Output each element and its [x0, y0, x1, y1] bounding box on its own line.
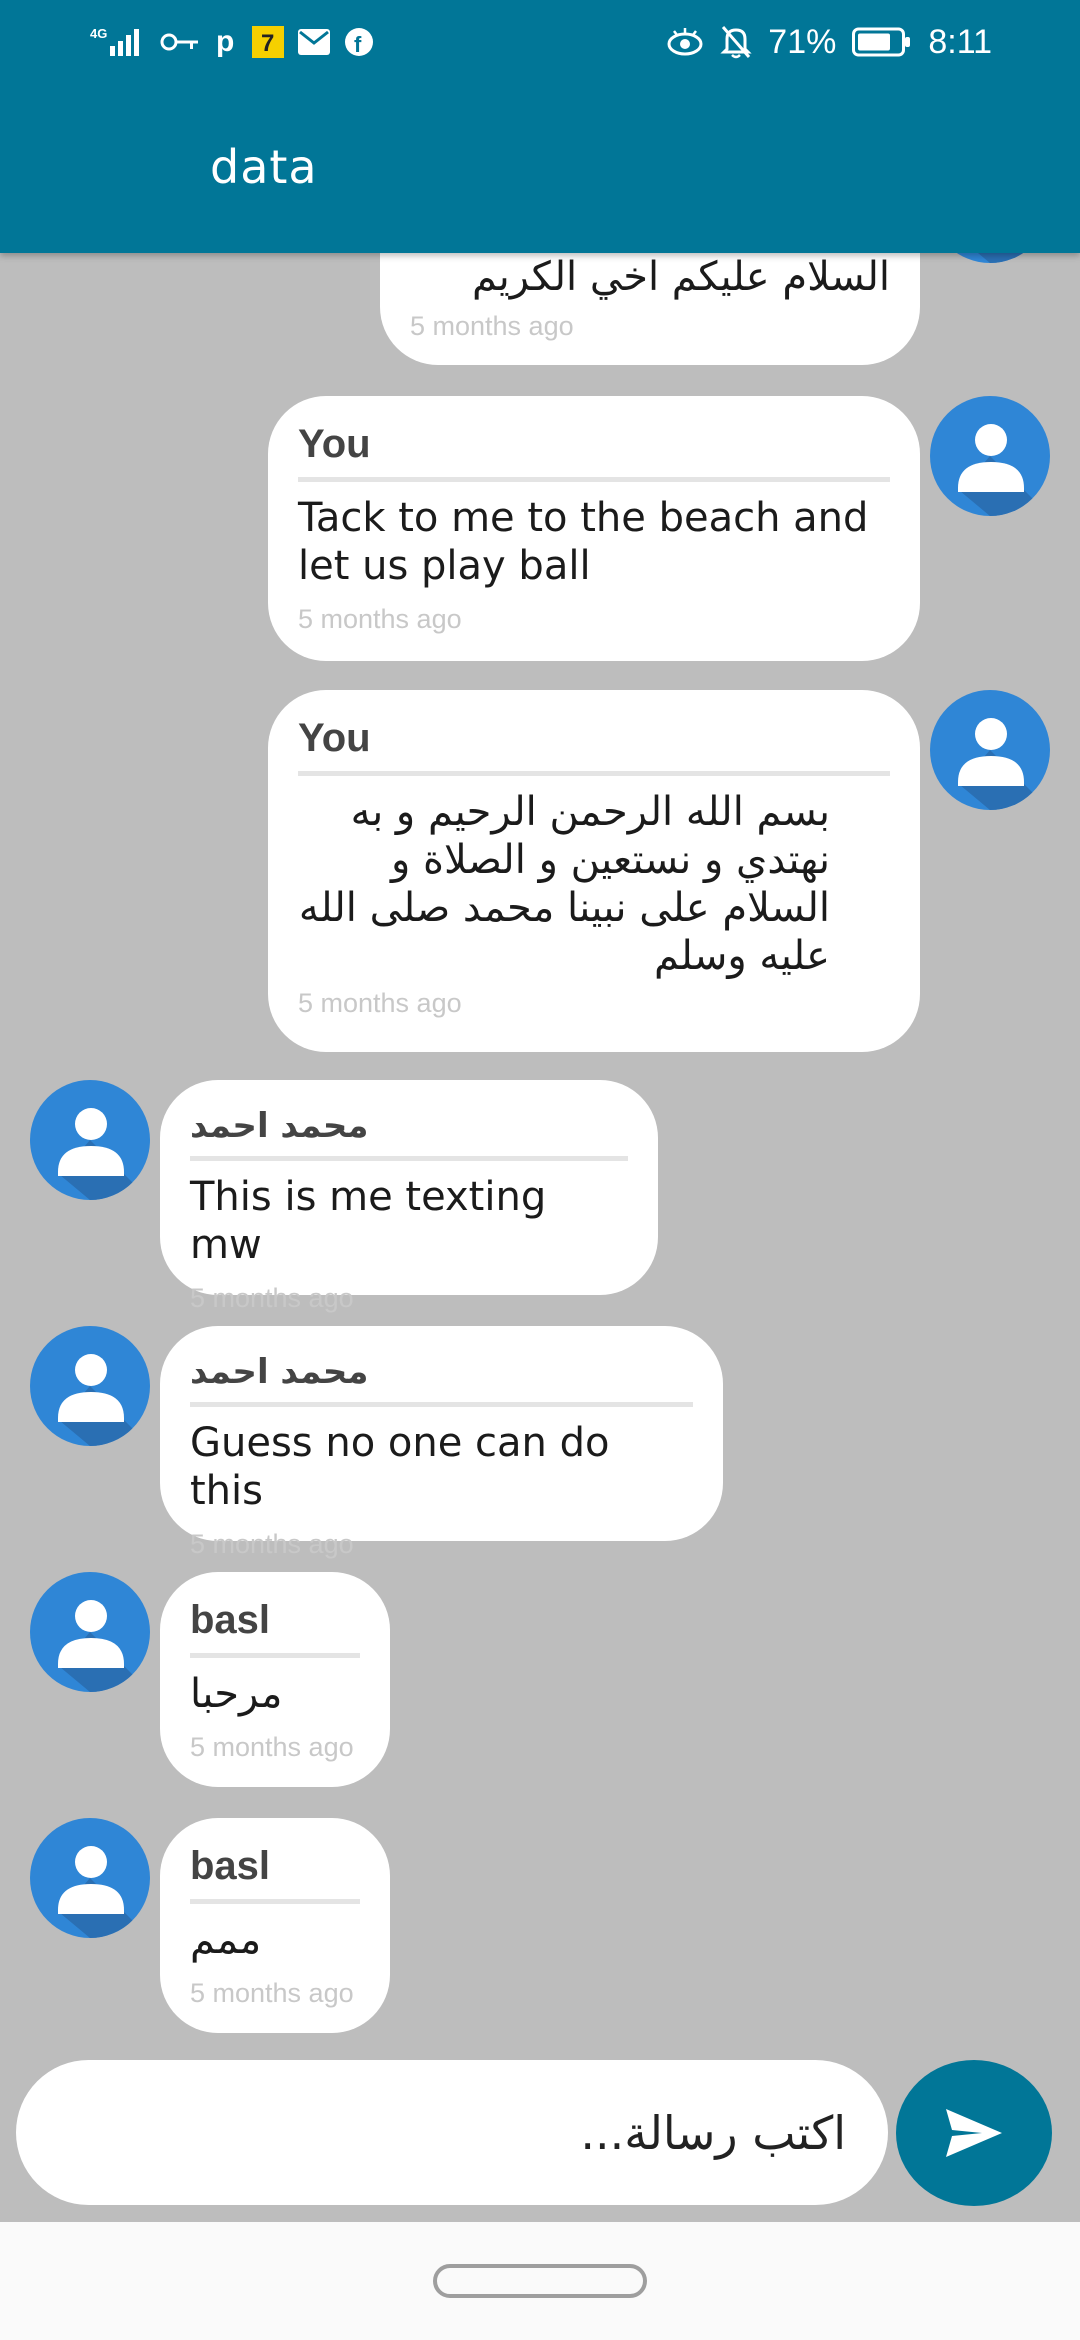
user-avatar-icon: [58, 1108, 150, 1200]
message-sender: محمد احمد: [190, 1352, 369, 1392]
status-left-icons: 4G p 7 f: [90, 22, 374, 62]
battery-percent: 71%: [768, 22, 837, 61]
avatar[interactable]: [930, 253, 1050, 263]
message-time: 5 months ago: [410, 311, 574, 341]
avatar[interactable]: [30, 1818, 150, 1938]
user-avatar-icon: [958, 718, 1050, 810]
message-sender: محمد احمد: [190, 1106, 369, 1146]
send-icon: [946, 2109, 1002, 2157]
message-bubble[interactable]: basl مرحبا 5 months ago: [160, 1572, 390, 1787]
message-bubble[interactable]: السلام عليكم اخي الكريم 5 months ago: [380, 253, 920, 365]
app-7-icon: 7: [252, 22, 284, 62]
mail-icon: [298, 22, 330, 62]
message-text: Guess no one can do this: [190, 1420, 610, 1514]
eye-comfort-icon: [666, 22, 704, 62]
vpn-key-icon: [160, 22, 200, 62]
avatar[interactable]: [930, 396, 1050, 516]
network-type: 4G: [90, 26, 107, 41]
avatar[interactable]: [30, 1080, 150, 1200]
message-text: ممم: [190, 1917, 262, 1963]
send-button[interactable]: [896, 2060, 1052, 2206]
svg-text:7: 7: [261, 30, 274, 57]
avatar[interactable]: [30, 1572, 150, 1692]
message-time: 5 months ago: [298, 988, 462, 1018]
user-avatar-icon: [978, 253, 1050, 263]
mute-bell-icon: [720, 22, 752, 62]
message-bubble[interactable]: محمد احمد Guess no one can do this 5 mon…: [160, 1326, 723, 1559]
user-avatar-icon: [58, 1600, 150, 1692]
battery-icon: [852, 22, 912, 62]
message-bubble[interactable]: You Tack to me to the beach and let us p…: [268, 396, 920, 661]
user-avatar-icon: [58, 1354, 150, 1446]
message-text: بسم الله الرحمن الرحيم و به نهتدي و نستع…: [298, 789, 830, 979]
sender-divider: [190, 1156, 628, 1161]
svg-text:f: f: [354, 32, 362, 57]
app-bar: 4G p 7 f 71% 8:11 data: [0, 0, 1080, 253]
facebook-icon: f: [344, 22, 374, 62]
message-bubble[interactable]: محمد احمد This is me texting mw 5 months…: [160, 1080, 658, 1313]
message-sender: basl: [190, 1598, 271, 1642]
message-sender: basl: [190, 1844, 271, 1888]
message-input[interactable]: [56, 2060, 846, 2205]
page-title: data: [210, 140, 318, 194]
message-time: 5 months ago: [190, 1732, 354, 1762]
home-gesture-handle[interactable]: [433, 2264, 647, 2298]
p-app-icon: p: [214, 22, 238, 62]
message-bubble[interactable]: You بسم الله الرحمن الرحيم و به نهتدي و …: [268, 690, 920, 1052]
message-composer: [16, 2060, 888, 2205]
user-avatar-icon: [958, 424, 1050, 516]
message-text: السلام عليكم اخي الكريم: [471, 254, 890, 300]
message-time: 5 months ago: [190, 1978, 354, 2008]
chat-list[interactable]: السلام عليكم اخي الكريم 5 months ago You…: [0, 253, 1080, 2053]
sender-divider: [190, 1402, 693, 1407]
sender-divider: [190, 1899, 360, 1904]
sender-divider: [298, 771, 890, 776]
message-time: 5 months ago: [298, 604, 462, 634]
message-sender: You: [298, 422, 371, 466]
message-sender: You: [298, 716, 371, 760]
clock: 8:11: [928, 22, 992, 61]
svg-text:p: p: [216, 25, 234, 58]
message-text: مرحبا: [190, 1671, 283, 1717]
avatar[interactable]: [30, 1326, 150, 1446]
status-bar: 4G p 7 f 71% 8:11: [0, 0, 1080, 84]
system-nav-bar: [0, 2222, 1080, 2340]
avatar[interactable]: [930, 690, 1050, 810]
sender-divider: [190, 1653, 360, 1658]
status-right-icons: 71% 8:11: [666, 22, 992, 62]
message-time: 5 months ago: [190, 1529, 354, 1559]
message-text: Tack to me to the beach and let us play …: [298, 495, 869, 589]
sender-divider: [298, 477, 890, 482]
message-time: 5 months ago: [190, 1283, 354, 1313]
message-text: This is me texting mw: [190, 1174, 547, 1268]
message-bubble[interactable]: basl ممم 5 months ago: [160, 1818, 390, 2033]
signal-icon: 4G: [90, 22, 146, 62]
user-avatar-icon: [58, 1846, 150, 1938]
